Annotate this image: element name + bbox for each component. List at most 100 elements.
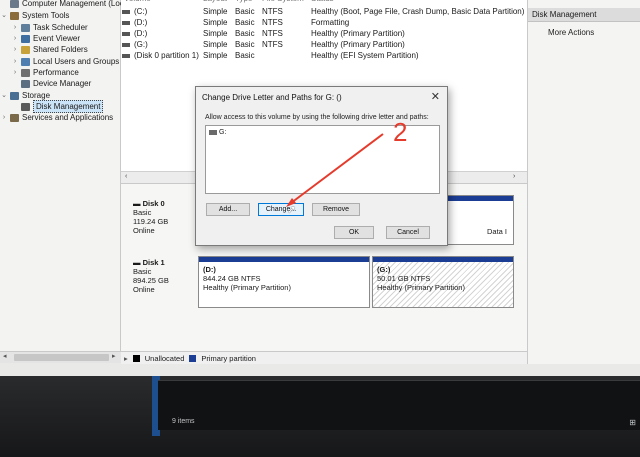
remove-button[interactable]: Remove xyxy=(312,203,360,216)
partition-d[interactable]: (D:) 844.24 GB NTFS Healthy (Primary Par… xyxy=(198,256,370,308)
scroll-left-icon[interactable]: ‹ xyxy=(125,173,127,180)
chevron-icon[interactable]: ⌄ xyxy=(1,10,7,21)
tree-item-icon xyxy=(21,34,30,43)
disk-icon xyxy=(122,53,130,58)
partition-label: Data I xyxy=(486,227,507,236)
ok-button[interactable]: OK xyxy=(334,226,374,239)
tree-item-label: Performance xyxy=(33,68,79,77)
annotation-number: 2 xyxy=(393,117,408,147)
type-cell: Basic xyxy=(235,40,255,49)
disk-0-info[interactable]: Disk 0 Basic 119.24 GB Online xyxy=(133,199,168,235)
tree-item-label: System Tools xyxy=(22,11,70,20)
status-cell: Healthy (Primary Partition) xyxy=(311,40,405,49)
column-header[interactable]: Status xyxy=(311,0,334,4)
tree-item-label: Task Scheduler xyxy=(33,23,88,32)
partition-status: Healthy (Primary Partition) xyxy=(203,283,291,292)
disk-name: Disk 1 xyxy=(133,258,169,267)
change-drive-letter-dialog: Change Drive Letter and Paths for G: () … xyxy=(195,86,448,246)
type-cell: Basic xyxy=(235,29,255,38)
partition-size: 844.24 GB NTFS xyxy=(203,274,261,283)
layout-cell: Simple xyxy=(203,7,228,16)
tree-item-label: Services and Applications xyxy=(22,113,114,122)
status-cell: Formatting xyxy=(311,18,350,27)
tree-item-label: Device Manager xyxy=(33,79,92,88)
tree-item-icon xyxy=(21,68,30,77)
status-cell: Healthy (EFI System Partition) xyxy=(311,51,419,60)
chevron-icon[interactable]: › xyxy=(12,44,18,55)
tree-item[interactable]: › Shared Folders xyxy=(12,44,88,55)
layout-cell: Simple xyxy=(203,18,228,27)
actions-pane: Disk Management More Actions xyxy=(527,0,640,364)
tree-item[interactable]: Device Manager xyxy=(12,78,91,89)
path-entry[interactable]: G: xyxy=(209,129,226,136)
tree-item-icon xyxy=(10,91,19,100)
volume-row[interactable]: (D:) Simple Basic NTFS Formatting xyxy=(121,17,527,28)
drive-icon xyxy=(209,130,217,135)
volume-cell: (G:) xyxy=(122,39,148,50)
partition-name: (G:) xyxy=(377,265,391,274)
tree-item-icon xyxy=(21,102,30,111)
tree-item[interactable]: › Event Viewer xyxy=(12,33,80,44)
tree-item[interactable]: › Performance xyxy=(12,67,79,78)
volume-row[interactable]: (G:) Simple Basic NTFS Healthy (Primary Part… xyxy=(121,39,527,50)
column-header[interactable]: Volume xyxy=(124,0,151,4)
tree-item[interactable]: ⌄ System Tools xyxy=(1,10,69,21)
chevron-icon[interactable]: ⌄ xyxy=(1,90,7,101)
type-cell: Basic xyxy=(235,7,255,16)
navigation-tree: Computer Management (Local ⌄ System Tools ›… xyxy=(0,0,130,351)
type-cell: Basic xyxy=(235,51,255,60)
volume-row[interactable]: (D:) Simple Basic NTFS Healthy (Primary Part… xyxy=(121,28,527,39)
unallocated-swatch xyxy=(132,354,140,362)
cancel-button[interactable]: Cancel xyxy=(386,226,430,239)
disk-icon xyxy=(122,20,130,25)
tree-item-label: Event Viewer xyxy=(33,34,80,43)
change-button[interactable]: Change... xyxy=(258,203,304,216)
tree-item-label: Computer Management (Local xyxy=(22,0,131,8)
tree-item[interactable]: › Task Scheduler xyxy=(12,22,88,33)
volume-cell: (Disk 0 partition 1) xyxy=(122,50,199,61)
volume-name: (D:) xyxy=(134,18,148,27)
volume-list-header: Volume Layout Type File System Status xyxy=(121,0,527,4)
layout-cell: Simple xyxy=(203,40,228,49)
column-header[interactable]: Type xyxy=(235,0,252,4)
volume-row[interactable]: (C:) Simple Basic NTFS Healthy (Boot, Page F… xyxy=(121,6,527,17)
scroll-thumb[interactable] xyxy=(14,354,109,361)
scroll-right-icon[interactable]: › xyxy=(513,173,515,180)
column-header[interactable]: Layout xyxy=(203,0,227,4)
legend-arrow-icon[interactable]: ▸ xyxy=(124,354,128,363)
close-icon[interactable]: ✕ xyxy=(431,90,440,103)
add-button[interactable]: Add... xyxy=(206,203,250,216)
volume-name: (G:) xyxy=(134,40,148,49)
volume-row[interactable]: (Disk 0 partition 1) Simple Basic Healthy (… xyxy=(121,50,527,61)
tree-item[interactable]: Disk Management xyxy=(12,100,104,113)
tree-item[interactable]: › Local Users and Groups xyxy=(12,56,119,67)
column-header[interactable]: File System xyxy=(262,0,304,4)
disk-type: Basic xyxy=(133,208,152,217)
layout-cell: Simple xyxy=(203,51,228,60)
volume-cell: (D:) xyxy=(122,17,147,28)
more-actions-link[interactable]: More Actions xyxy=(528,28,640,37)
corner-icon: ⊞ xyxy=(629,418,636,427)
volume-name: (D:) xyxy=(134,29,148,38)
chevron-icon[interactable]: › xyxy=(12,56,18,67)
fs-cell: NTFS xyxy=(262,18,283,27)
scroll-left-icon[interactable]: ◂ xyxy=(3,352,7,360)
disk-1-info[interactable]: Disk 1 Basic 894.25 GB Online xyxy=(133,258,169,294)
disk-name: Disk 0 xyxy=(133,199,168,208)
chevron-icon[interactable]: › xyxy=(12,67,18,78)
volume-name: (Disk 0 partition 1) xyxy=(134,51,199,60)
partition-g[interactable]: (G:) 50.01 GB NTFS Healthy (Primary Part… xyxy=(372,256,514,308)
tree-item-icon xyxy=(21,79,30,88)
legend-unallocated: Unallocated xyxy=(144,353,185,363)
tree-item[interactable]: Computer Management (Local xyxy=(1,0,130,9)
chevron-icon[interactable]: › xyxy=(12,33,18,44)
actions-header[interactable]: Disk Management xyxy=(528,8,640,22)
status-cell: Healthy (Primary Partition) xyxy=(311,29,405,38)
chevron-icon[interactable]: › xyxy=(1,112,7,123)
scroll-right-icon[interactable]: ▸ xyxy=(112,352,116,360)
tree-item[interactable]: › Services and Applications xyxy=(1,112,113,123)
partition-status: Healthy (Primary Partition) xyxy=(377,283,465,292)
chevron-icon[interactable]: › xyxy=(12,22,18,33)
path-entry-label: G: xyxy=(219,129,227,136)
tree-horizontal-scrollbar[interactable]: ◂ ▸ xyxy=(0,351,121,363)
